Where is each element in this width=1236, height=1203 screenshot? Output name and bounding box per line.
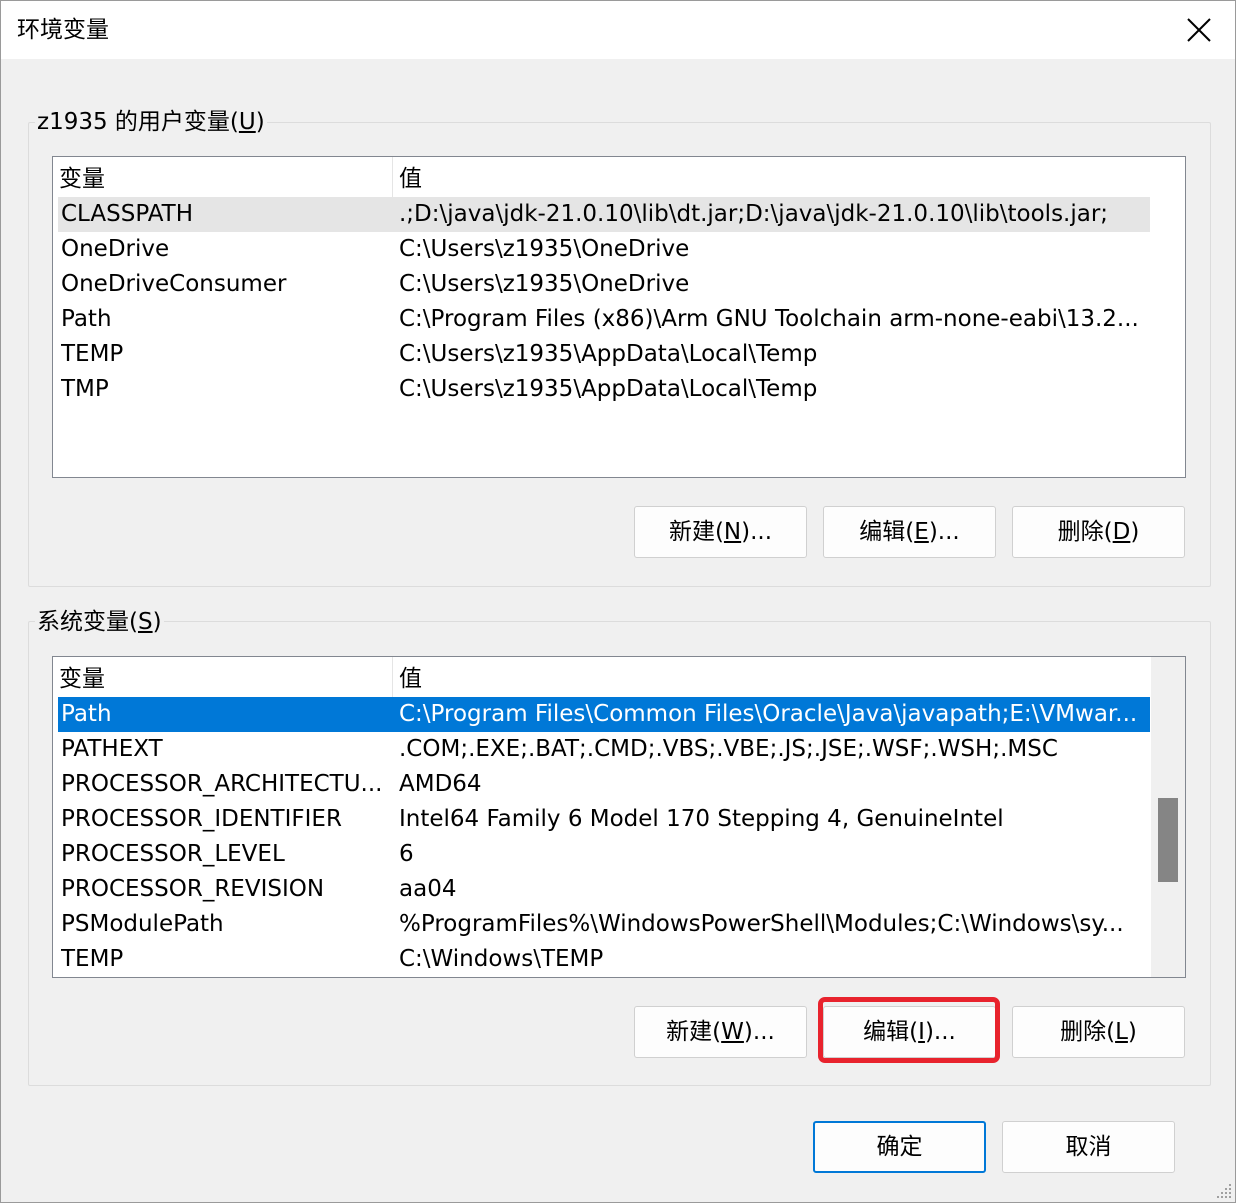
variable-name: CLASSPATH: [61, 201, 194, 227]
column-header-value[interactable]: 值: [393, 157, 1149, 197]
list-item[interactable]: PROCESSOR_ARCHITECTU... AMD64: [58, 767, 1150, 802]
list-item[interactable]: PROCESSOR_LEVEL 6: [58, 837, 1150, 872]
system-variables-list[interactable]: 变量 值 Path C:\Program Files\Common Files\…: [52, 656, 1186, 978]
variable-name: Path: [61, 306, 112, 332]
user-variables-label: z1935 的用户变量(U): [35, 107, 267, 137]
list-header: 变量 值: [53, 657, 1149, 697]
user-variables-list[interactable]: 变量 值 CLASSPATH .;D:\java\jdk-21.0.10\lib…: [52, 156, 1186, 478]
variable-value: AMD64: [399, 771, 482, 797]
variable-name: PATHEXT: [61, 736, 163, 762]
resize-grip-icon[interactable]: [1215, 1182, 1233, 1200]
variable-name: PROCESSOR_ARCHITECTU...: [61, 771, 383, 797]
column-header-variable[interactable]: 变量: [53, 657, 392, 697]
list-item[interactable]: TEMP C:\Users\z1935\AppData\Local\Temp: [58, 337, 1150, 372]
variable-name: TMP: [61, 376, 109, 402]
close-button[interactable]: [1163, 1, 1235, 59]
list-item[interactable]: TMP C:\Users\z1935\AppData\Local\Temp: [58, 372, 1150, 407]
ok-button[interactable]: 确定: [813, 1121, 986, 1173]
title-bar: 环境变量: [1, 1, 1235, 59]
variable-value: .;D:\java\jdk-21.0.10\lib\dt.jar;D:\java…: [399, 201, 1109, 227]
user-new-button[interactable]: 新建(N)...: [634, 506, 807, 558]
system-variables-label: 系统变量(S): [35, 607, 164, 637]
list-item[interactable]: PROCESSOR_REVISION aa04: [58, 872, 1150, 907]
variable-name: PSModulePath: [61, 911, 224, 937]
variable-value: Intel64 Family 6 Model 170 Stepping 4, G…: [399, 806, 1004, 832]
column-header-variable[interactable]: 变量: [53, 157, 392, 197]
variable-name: PROCESSOR_REVISION: [61, 876, 325, 902]
variable-value: C:\Windows\TEMP: [399, 946, 604, 972]
variable-name: Path: [61, 701, 112, 727]
list-item[interactable]: CLASSPATH .;D:\java\jdk-21.0.10\lib\dt.j…: [58, 197, 1150, 232]
variable-value: .COM;.EXE;.BAT;.CMD;.VBS;.VBE;.JS;.JSE;.…: [399, 736, 1058, 762]
variable-name: PROCESSOR_IDENTIFIER: [61, 806, 342, 832]
scrollbar-thumb[interactable]: [1158, 798, 1178, 882]
cancel-button[interactable]: 取消: [1002, 1121, 1175, 1173]
list-item[interactable]: Path C:\Program Files (x86)\Arm GNU Tool…: [58, 302, 1150, 337]
variable-value: 6: [399, 841, 414, 867]
list-item[interactable]: PATHEXT .COM;.EXE;.BAT;.CMD;.VBS;.VBE;.J…: [58, 732, 1150, 767]
variable-name: TEMP: [61, 341, 124, 367]
close-icon: [1187, 18, 1211, 42]
user-edit-button[interactable]: 编辑(E)...: [823, 506, 996, 558]
list-item-selected[interactable]: Path C:\Program Files\Common Files\Oracl…: [58, 697, 1150, 732]
window-title: 环境变量: [17, 17, 109, 43]
variable-value: %ProgramFiles%\WindowsPowerShell\Modules…: [399, 911, 1124, 937]
variable-value: C:\Users\z1935\AppData\Local\Temp: [399, 376, 818, 402]
variable-name: PROCESSOR_LEVEL: [61, 841, 285, 867]
variable-value: C:\Users\z1935\OneDrive: [399, 236, 690, 262]
user-delete-button[interactable]: 删除(D): [1012, 506, 1185, 558]
system-delete-button[interactable]: 删除(L): [1012, 1006, 1185, 1058]
list-header: 变量 值: [53, 157, 1149, 197]
variable-value: C:\Users\z1935\OneDrive: [399, 271, 690, 297]
vertical-scrollbar[interactable]: [1151, 657, 1185, 977]
list-item[interactable]: OneDriveConsumer C:\Users\z1935\OneDrive: [58, 267, 1150, 302]
variable-name: OneDriveConsumer: [61, 271, 287, 297]
system-edit-button[interactable]: 编辑(I)...: [823, 1006, 996, 1058]
variable-value: C:\Users\z1935\AppData\Local\Temp: [399, 341, 818, 367]
list-item[interactable]: PROCESSOR_IDENTIFIER Intel64 Family 6 Mo…: [58, 802, 1150, 837]
variable-value: C:\Program Files (x86)\Arm GNU Toolchain…: [399, 306, 1139, 332]
list-item[interactable]: PSModulePath %ProgramFiles%\WindowsPower…: [58, 907, 1150, 942]
variable-name: TEMP: [61, 946, 124, 972]
list-item[interactable]: TEMP C:\Windows\TEMP: [58, 942, 1150, 977]
variable-value: C:\Program Files\Common Files\Oracle\Jav…: [399, 701, 1138, 727]
column-header-value[interactable]: 值: [393, 657, 1149, 697]
system-new-button[interactable]: 新建(W)...: [634, 1006, 807, 1058]
list-item[interactable]: OneDrive C:\Users\z1935\OneDrive: [58, 232, 1150, 267]
variable-value: aa04: [399, 876, 457, 902]
variable-name: OneDrive: [61, 236, 170, 262]
environment-variables-dialog: 环境变量 z1935 的用户变量(U) 变量 值 CLASSPATH .;D:\…: [0, 0, 1236, 1203]
